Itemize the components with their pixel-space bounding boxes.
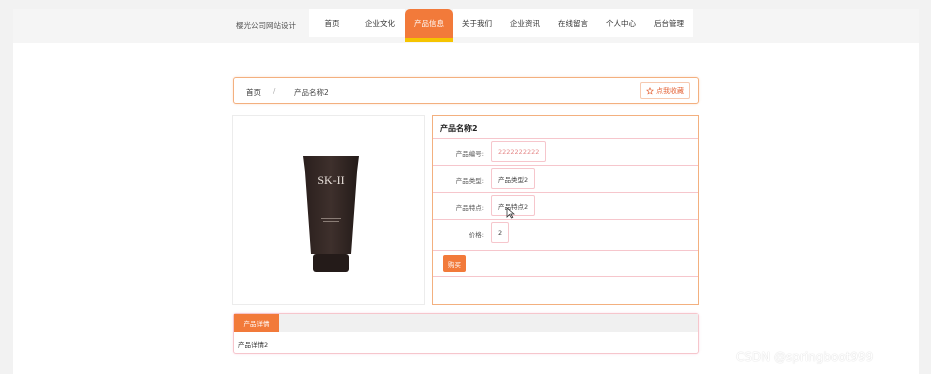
product-info-panel: 产品名称2 产品编号: 2222222222 产品类型: 产品类型2 产品特点:… [432, 115, 699, 305]
field-label-type: 产品类型: [455, 177, 484, 185]
nav-home[interactable]: 首页 [309, 9, 355, 37]
breadcrumb-separator: / [273, 87, 276, 95]
field-row-code: 产品编号: 2222222222 [433, 138, 698, 165]
buy-button[interactable]: 购买 [443, 255, 466, 272]
field-row-feature: 产品特点: 产品特点2 [433, 192, 698, 219]
mouse-cursor-icon [506, 207, 515, 219]
breadcrumb-current: 产品名称2 [294, 88, 329, 97]
nav-products[interactable]: 产品信息 [405, 9, 453, 42]
page: 樱光公司网站设计 首页 企业文化 产品信息 关于我们 企业资讯 在线留言 个人中… [13, 9, 919, 374]
top-navbar: 樱光公司网站设计 首页 企业文化 产品信息 关于我们 企业资讯 在线留言 个人中… [13, 9, 919, 43]
field-value-type: 产品类型2 [491, 168, 536, 189]
star-icon [646, 86, 654, 94]
favorite-button[interactable]: 点我收藏 [640, 82, 690, 99]
product-image: SK-II [303, 156, 359, 272]
field-label-price: 价格: [468, 231, 484, 239]
product-name: 产品名称2 [440, 124, 478, 133]
nav-admin[interactable]: 后台管理 [645, 9, 693, 37]
product-brand-logo: SK-II [317, 173, 344, 187]
buy-row: 购买 [433, 250, 698, 277]
nav-profile[interactable]: 个人中心 [597, 9, 645, 37]
field-label-code: 产品编号: [455, 150, 484, 158]
field-row-type: 产品类型: 产品类型2 [433, 165, 698, 192]
product-image-panel: SK-II [232, 115, 425, 305]
tab-product-details[interactable]: 产品详情 [234, 314, 279, 332]
nav-news[interactable]: 企业资讯 [501, 9, 549, 37]
nav-about[interactable]: 关于我们 [453, 9, 501, 37]
site-title: 樱光公司网站设计 [236, 21, 296, 30]
watermark: CSDN @springboot999 [736, 350, 874, 364]
field-label-feature: 产品特点: [455, 204, 484, 212]
field-value-price: 2 [491, 222, 510, 243]
details-content: 产品详情2 [238, 341, 269, 349]
field-row-price: 价格: 2 [433, 219, 698, 246]
product-details: 产品详情 产品详情2 [233, 313, 699, 354]
favorite-label: 点我收藏 [656, 86, 684, 95]
main-nav: 首页 企业文化 产品信息 关于我们 企业资讯 在线留言 个人中心 后台管理 [309, 9, 693, 43]
breadcrumb-home-link[interactable]: 首页 [246, 87, 261, 98]
breadcrumb: 首页 / 产品名称2 点我收藏 [233, 77, 699, 104]
nav-messages[interactable]: 在线留言 [549, 9, 597, 37]
field-value-code: 2222222222 [491, 141, 547, 162]
nav-culture[interactable]: 企业文化 [355, 9, 405, 37]
details-tab-bar: 产品详情 [234, 314, 698, 332]
